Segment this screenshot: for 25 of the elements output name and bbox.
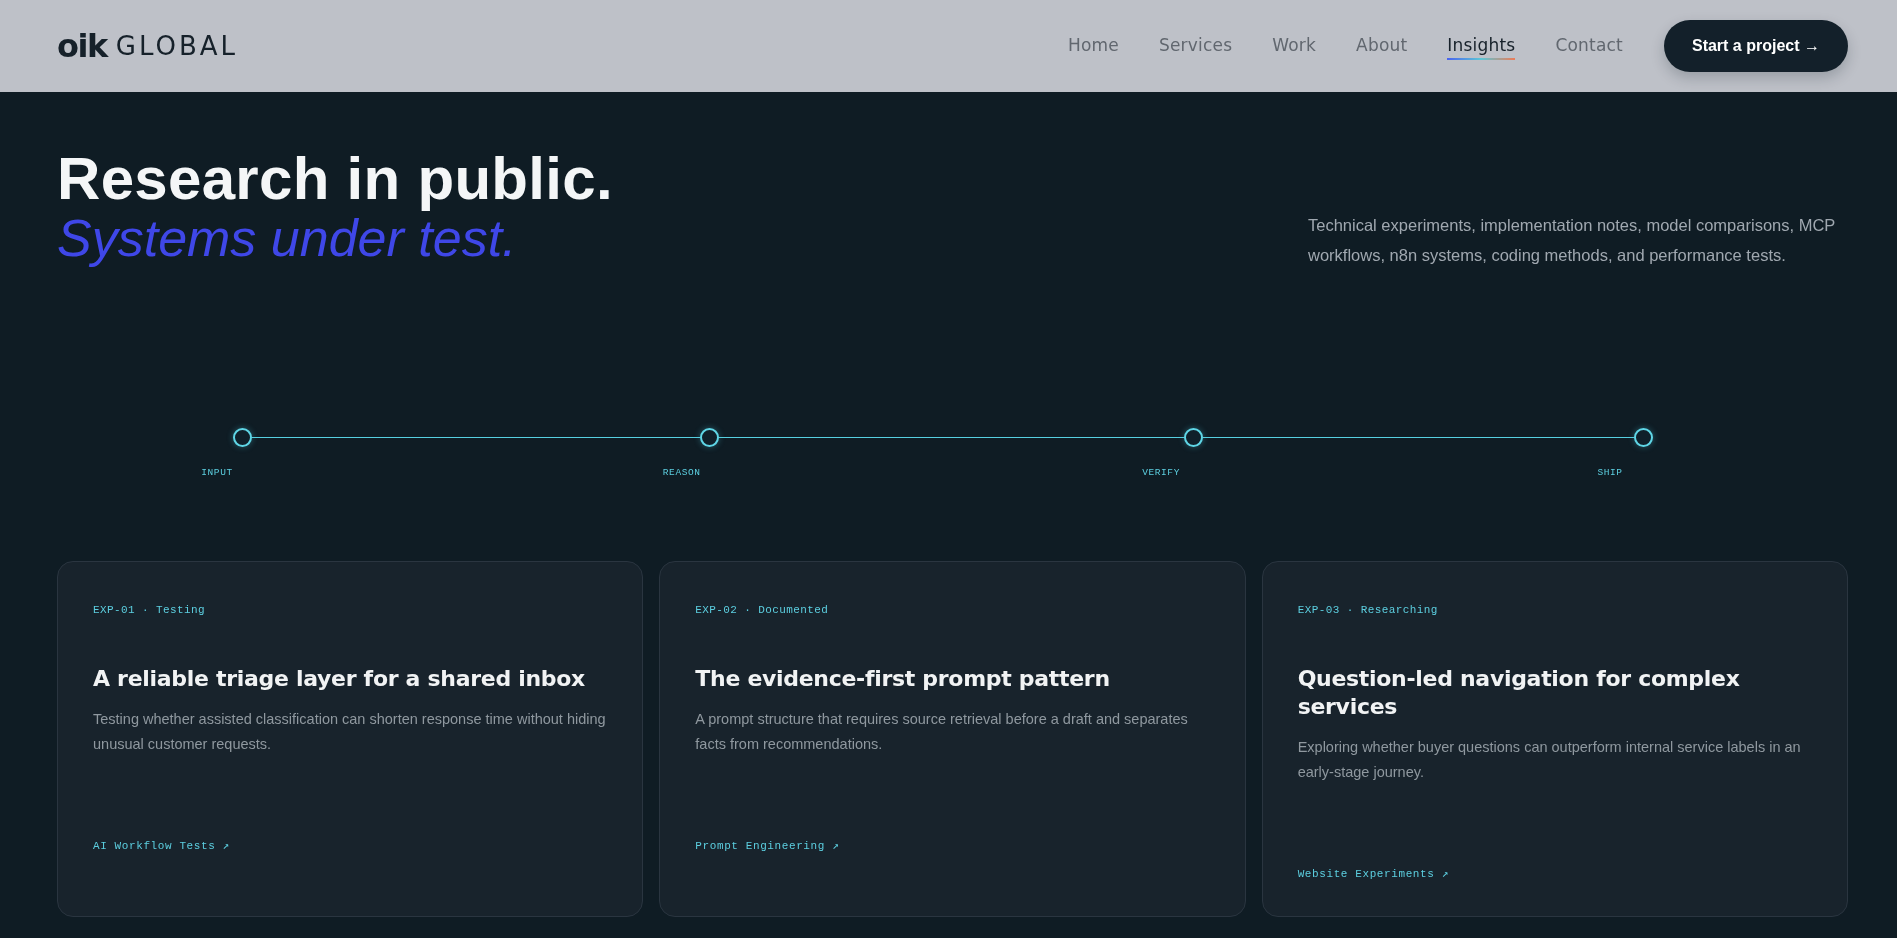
timeline-node-icon <box>1184 428 1204 447</box>
timeline-node-icon <box>700 428 720 447</box>
experiment-description: A prompt structure that requires source retrieval before a draft and separates facts from recommendations. <box>695 710 1189 754</box>
category-link[interactable]: Prompt Engineering ↗ <box>695 839 840 853</box>
timeline-label: INPUT <box>201 467 233 479</box>
experiment-title: A reliable triage layer for a shared inbox <box>93 665 586 693</box>
experiment-description: Testing whether assisted classification can shorten response time without hiding unusual customer requests. <box>93 710 607 754</box>
experiment-tag: EXP-01 · Testing <box>93 603 613 617</box>
start-project-button[interactable]: Start a project → <box>1663 20 1848 72</box>
hero-title: Research in public. <box>57 149 613 209</box>
timeline-label: REASON <box>662 467 701 479</box>
timeline-label: SHIP <box>1597 467 1623 479</box>
experiment-title: The evidence-first prompt pattern <box>695 665 1111 693</box>
brand-name[interactable]: GLOBAL <box>115 33 238 59</box>
hero-description: Technical experiments, implementation notes, model comparisons, MCP workflows, n8n systems, coding methods, and performance tests. <box>1308 215 1837 266</box>
experiment-description: Exploring whether buyer questions can outperform internal service labels in an early-stage journey. <box>1297 738 1802 782</box>
experiment-tag: EXP-02 · Documented <box>695 603 1215 617</box>
category-link[interactable]: Website Experiments ↗ <box>1297 867 1449 881</box>
timeline-label: VERIFY <box>1142 467 1180 479</box>
experiment-tag: EXP-03 · Researching <box>1297 603 1817 617</box>
logo-mark[interactable]: oik <box>57 30 107 62</box>
experiment-title: Question-led navigation for complex services <box>1297 665 1741 721</box>
timeline-node-icon <box>1634 428 1653 447</box>
timeline-node-icon <box>233 428 252 447</box>
category-link[interactable]: AI Workflow Tests ↗ <box>93 839 230 853</box>
